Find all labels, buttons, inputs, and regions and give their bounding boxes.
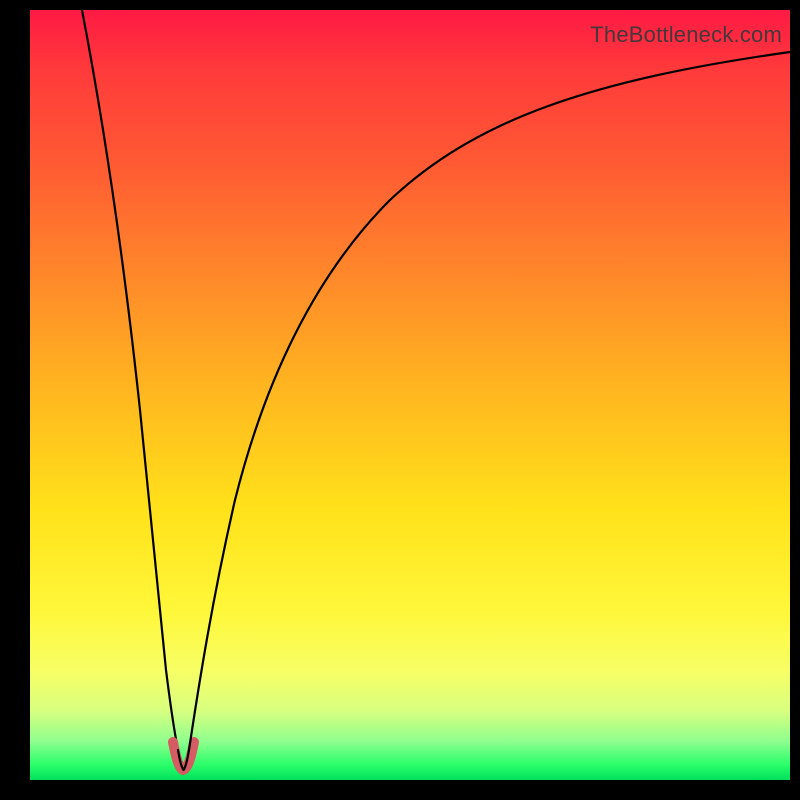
curve-right-branch bbox=[189, 52, 790, 750]
curve-left-branch bbox=[82, 10, 178, 750]
chart-svg bbox=[30, 10, 790, 780]
chart-plot-area: TheBottleneck.com bbox=[30, 10, 790, 780]
chart-frame: TheBottleneck.com bbox=[0, 0, 800, 800]
curve-minimum-highlight bbox=[173, 742, 194, 770]
